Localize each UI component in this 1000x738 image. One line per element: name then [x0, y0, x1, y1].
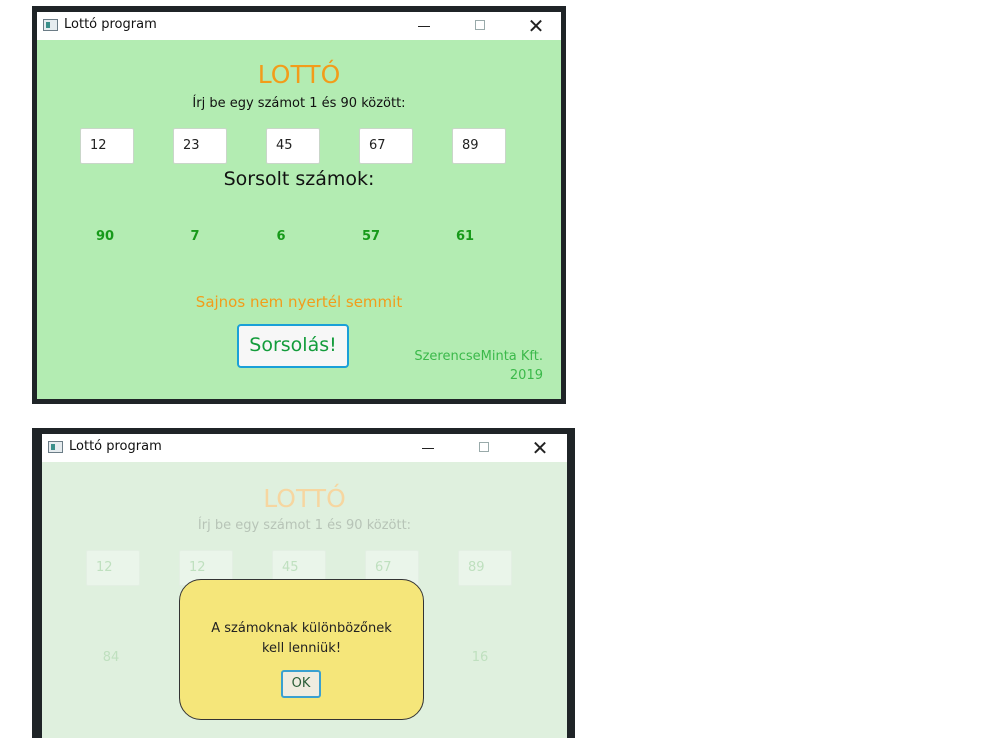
- window-title: Lottó program: [64, 17, 157, 32]
- minimize-button[interactable]: [405, 434, 451, 462]
- drawn-number-1: 84: [102, 650, 120, 665]
- app-heading: LOTTÓ: [263, 484, 346, 513]
- ok-button[interactable]: OK: [281, 670, 321, 698]
- close-button[interactable]: ✕: [513, 12, 559, 40]
- draw-button[interactable]: Sorsolás!: [237, 324, 349, 368]
- drawn-number-5: 61: [455, 229, 475, 244]
- dialog-message-line-2: kell lenniük!: [261, 641, 342, 656]
- input-prompt: Írj be egy számot 1 és 90 között:: [197, 518, 412, 533]
- close-button[interactable]: ✕: [517, 434, 563, 462]
- app-heading: LOTTÓ: [257, 60, 341, 89]
- title-bar[interactable]: Lottó program ✕: [42, 434, 567, 462]
- maximize-button[interactable]: [461, 434, 507, 462]
- app-icon: [48, 441, 63, 453]
- number-input-1[interactable]: 12: [86, 550, 140, 586]
- minimize-button[interactable]: [401, 12, 447, 40]
- client-area: LOTTÓ Írj be egy számot 1 és 90 között: …: [37, 40, 561, 399]
- drawn-number-2: 7: [190, 229, 200, 244]
- drawn-number-3: 6: [276, 229, 286, 244]
- input-prompt: Írj be egy számot 1 és 90 között:: [192, 96, 406, 111]
- maximize-button[interactable]: [457, 12, 503, 40]
- number-input-3[interactable]: 45: [266, 128, 320, 164]
- lotto-window-main: Lottó program ✕ LOTTÓ Írj be egy számot …: [32, 6, 566, 404]
- app-icon: [43, 19, 58, 31]
- alert-dialog: A számoknak különbözőnek kell lenniük! O…: [179, 579, 424, 720]
- company-name: SzerencseMinta Kft.: [414, 349, 543, 364]
- drawn-number-1: 90: [95, 229, 115, 244]
- drawn-numbers-label: Sorsolt számok:: [223, 168, 375, 190]
- number-input-4[interactable]: 67: [359, 128, 413, 164]
- result-message: Sajnos nem nyertél semmit: [195, 293, 403, 311]
- dialog-message-line-1: A számoknak különbözőnek: [211, 621, 392, 636]
- number-input-2[interactable]: 23: [173, 128, 227, 164]
- client-area: LOTTÓ Írj be egy számot 1 és 90 között: …: [42, 462, 567, 738]
- number-input-5[interactable]: 89: [452, 128, 506, 164]
- title-bar[interactable]: Lottó program ✕: [37, 12, 561, 40]
- lotto-window-dialog-state: Lottó program ✕ LOTTÓ Írj be egy számot …: [32, 428, 575, 738]
- drawn-number-4: 57: [361, 229, 381, 244]
- drawn-number-5: 16: [471, 650, 489, 665]
- number-input-5[interactable]: 89: [458, 550, 512, 586]
- company-year: 2019: [509, 368, 543, 383]
- window-title: Lottó program: [69, 439, 162, 454]
- number-input-1[interactable]: 12: [80, 128, 134, 164]
